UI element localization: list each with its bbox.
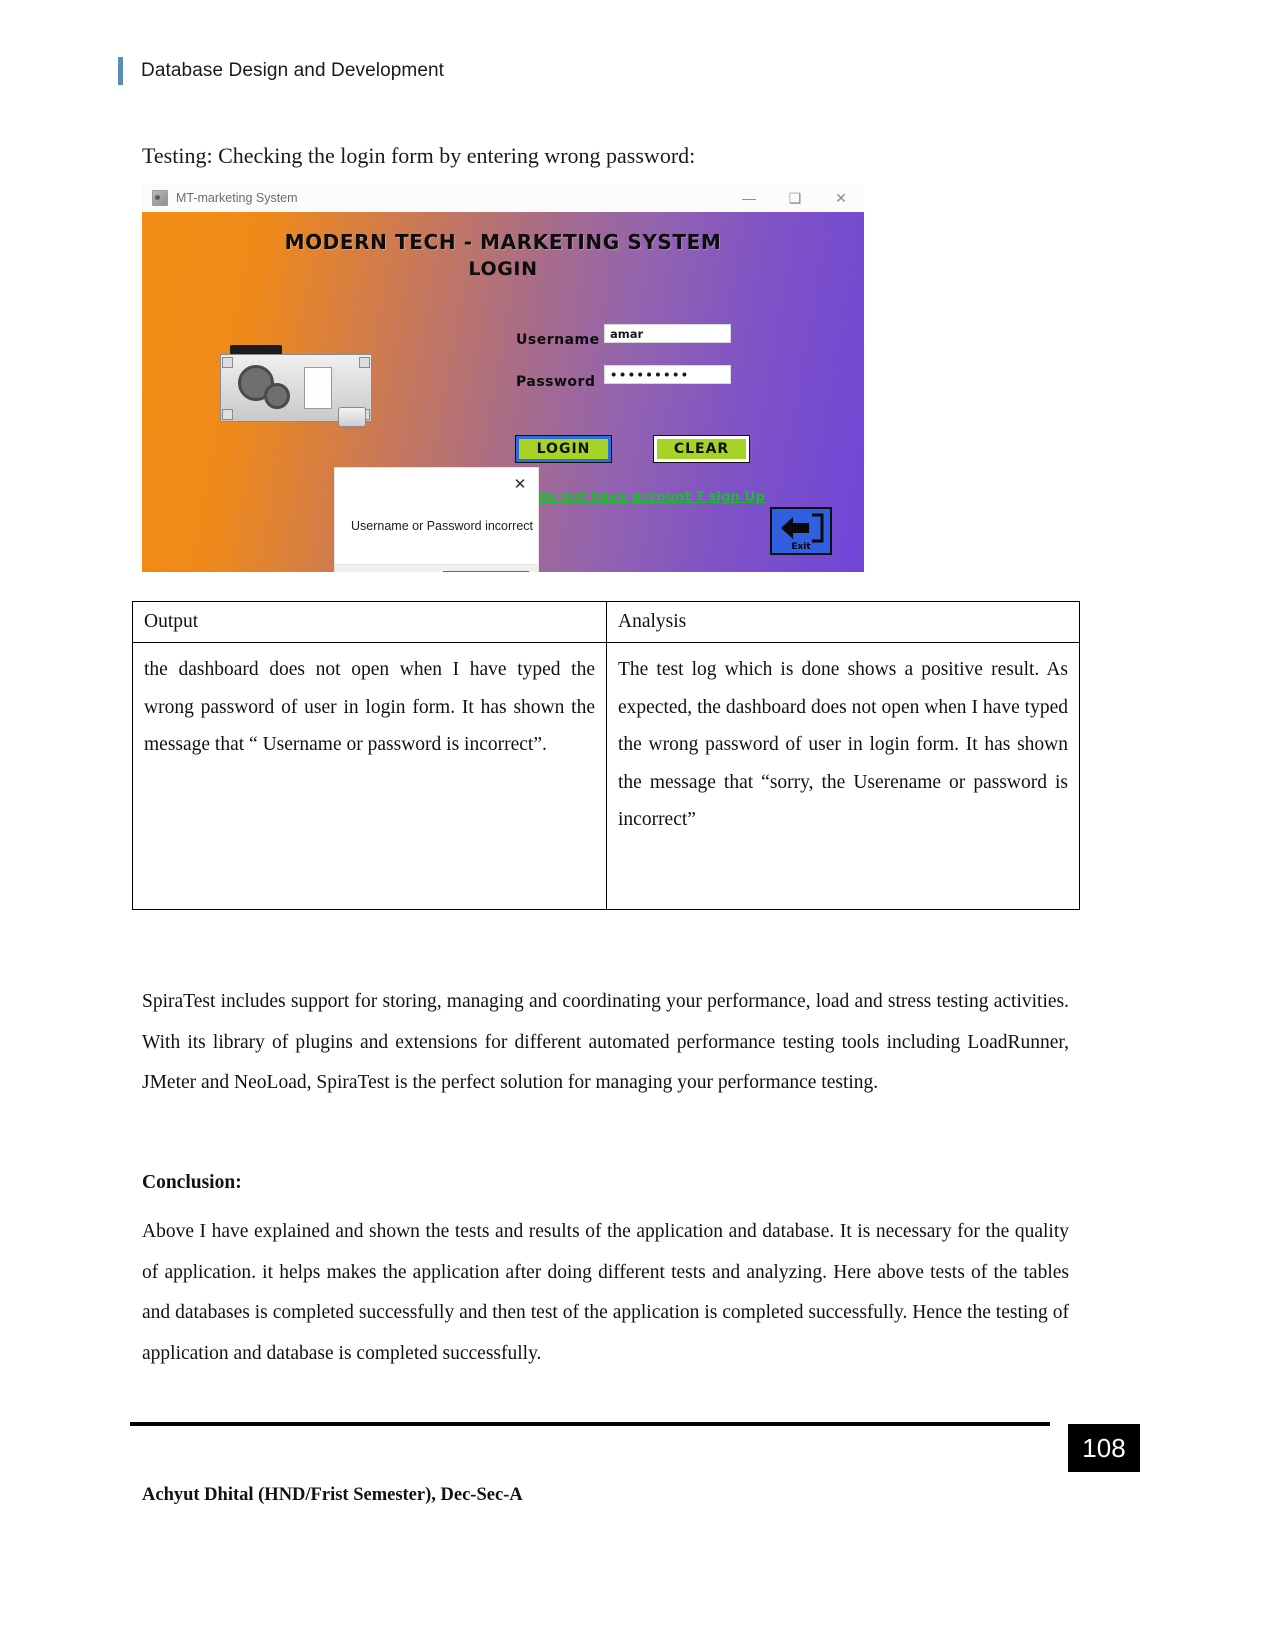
exit-arrow-icon bbox=[779, 513, 825, 543]
paragraph-spiratest: SpiraTest includes support for storing, … bbox=[142, 991, 1069, 1094]
dialog-ok-button[interactable]: OK bbox=[443, 571, 529, 572]
conclusion-heading: Conclusion: bbox=[142, 1172, 242, 1193]
folder-gears-illustration bbox=[220, 345, 372, 427]
testing-caption: Testing: Checking the login form by ente… bbox=[142, 143, 696, 168]
clear-button[interactable]: CLEAR bbox=[653, 435, 750, 463]
error-dialog: ✕ Username or Password incorrect OK bbox=[335, 468, 538, 572]
username-input[interactable]: amar bbox=[604, 324, 731, 343]
dialog-message: Username or Password incorrect bbox=[351, 519, 534, 533]
exit-label: Exit bbox=[791, 542, 811, 552]
password-label: Password bbox=[516, 374, 596, 390]
exit-button[interactable]: Exit bbox=[770, 507, 832, 555]
header-accent-bar bbox=[118, 57, 123, 85]
table-row: the dashboard does not open when I have … bbox=[132, 642, 1080, 911]
cell-output: the dashboard does not open when I have … bbox=[132, 642, 607, 911]
column-header-analysis: Analysis bbox=[606, 600, 1080, 644]
column-header-output: Output bbox=[132, 600, 607, 644]
login-button[interactable]: LOGIN bbox=[515, 435, 612, 463]
app-screenshot-figure: MT-marketing System — ❑ ✕ MODERN TECH - … bbox=[142, 184, 864, 572]
folder-corner-bl bbox=[222, 409, 233, 420]
card-icon bbox=[304, 367, 332, 409]
pen-icon bbox=[338, 407, 366, 427]
app-login-window: MODERN TECH - MARKETING SYSTEM LOGIN Use… bbox=[142, 212, 864, 572]
dialog-titlebar: ✕ bbox=[335, 468, 538, 502]
footer-rule bbox=[130, 1422, 1050, 1426]
table-header-row: Output Analysis bbox=[132, 600, 1080, 644]
dialog-footer: OK bbox=[335, 564, 538, 572]
results-table: Output Analysis the dashboard does not o… bbox=[132, 600, 1080, 911]
signup-link[interactable]: do not have account ? sign Up bbox=[538, 490, 765, 505]
app-heading-primary: MODERN TECH - MARKETING SYSTEM bbox=[284, 230, 722, 254]
app-window-title: MT-marketing System bbox=[176, 191, 298, 205]
minimize-icon[interactable]: — bbox=[726, 185, 772, 211]
window-controls: — ❑ ✕ bbox=[726, 185, 864, 211]
dialog-close-icon[interactable]: ✕ bbox=[504, 470, 536, 498]
app-heading-secondary: LOGIN bbox=[468, 258, 538, 280]
cell-analysis: The test log which is done shows a posit… bbox=[606, 642, 1080, 911]
footer-author: Achyut Dhital (HND/Frist Semester), Dec-… bbox=[142, 1485, 523, 1505]
header-title: Database Design and Development bbox=[141, 60, 445, 81]
paragraph-conclusion: Above I have explained and shown the tes… bbox=[142, 1221, 1069, 1364]
folder-corner-tl bbox=[222, 357, 233, 368]
close-icon[interactable]: ✕ bbox=[818, 185, 864, 211]
folder-corner-tr bbox=[359, 357, 370, 368]
page-number: 108 bbox=[1068, 1424, 1140, 1472]
username-label: Username bbox=[516, 332, 600, 348]
password-input[interactable]: ••••••••• bbox=[604, 365, 731, 384]
app-window-icon bbox=[152, 190, 168, 206]
app-titlebar: MT-marketing System — ❑ ✕ bbox=[142, 184, 864, 212]
maximize-icon[interactable]: ❑ bbox=[772, 185, 818, 211]
document-header: Database Design and Development bbox=[118, 55, 444, 87]
gear-small-icon bbox=[264, 383, 290, 409]
